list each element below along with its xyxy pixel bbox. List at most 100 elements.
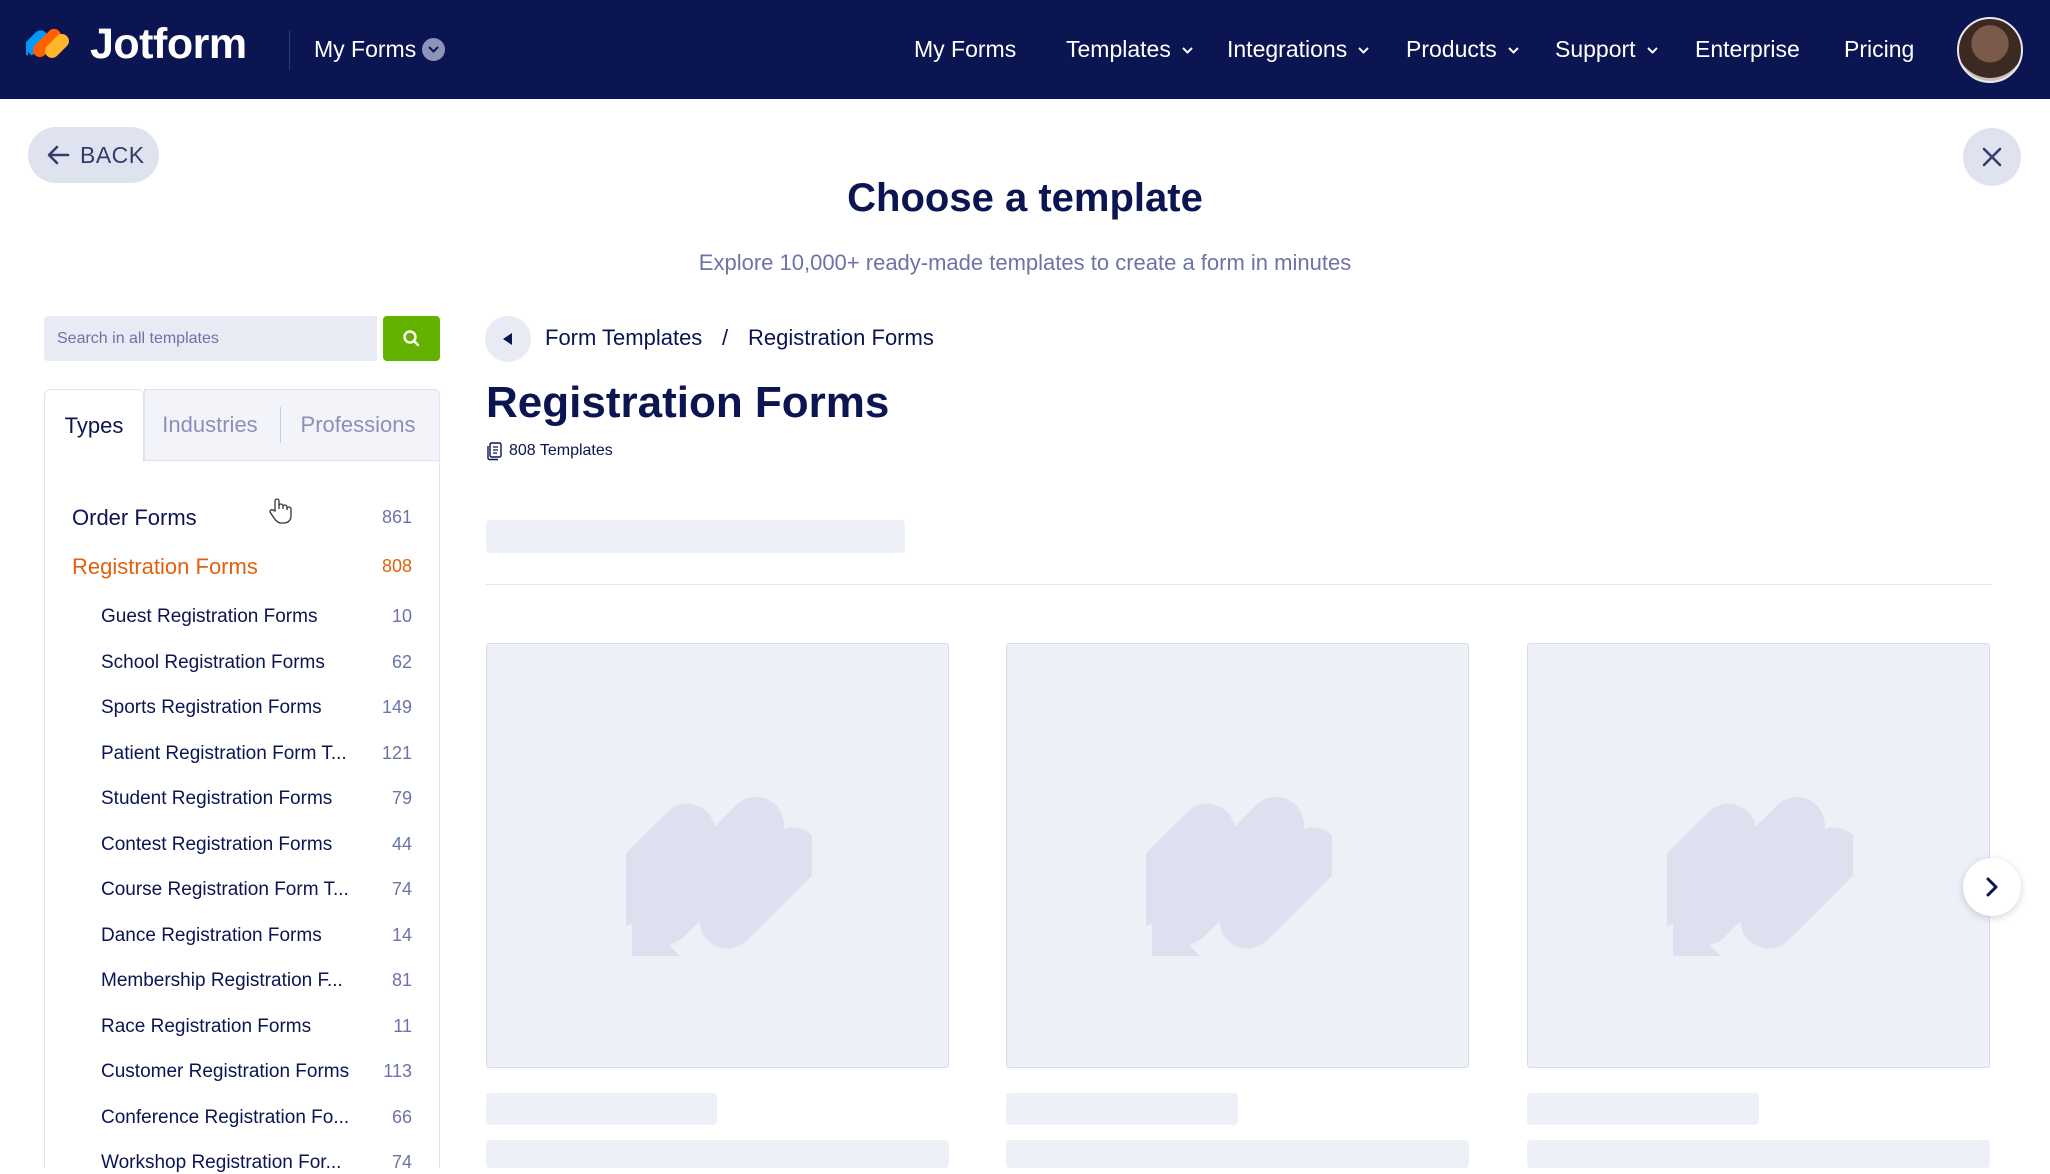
breadcrumb-back-button[interactable] [485,316,531,362]
category-label: Registration Forms [72,554,258,579]
subcategory-count: 81 [391,970,412,990]
search-input[interactable] [44,316,377,361]
breadcrumb-current: Registration Forms [748,325,934,350]
subcategory-item[interactable]: Contest Registration Forms 44 [101,834,412,856]
template-card-placeholder[interactable] [1006,643,1469,1068]
arrow-left-icon [47,145,70,165]
category-label: Order Forms [72,505,197,530]
subcategory-count: 66 [391,1107,412,1127]
tab-industries[interactable]: Industries [150,389,270,461]
tab-types[interactable]: Types [44,389,144,462]
subcategory-label: Guest Registration Forms [101,606,318,627]
nav-templates-label: Templates [1066,36,1171,62]
category-count: 808 [381,556,412,576]
category-order-forms[interactable]: Order Forms 861 [72,505,412,531]
subcategory-item[interactable]: Guest Registration Forms 10 [101,606,412,628]
nav-products[interactable]: Products [1406,36,1520,63]
subcategory-item[interactable]: Student Registration Forms 79 [101,788,412,810]
subcategory-count: 14 [391,925,412,945]
carousel-next-button[interactable] [1963,858,2021,916]
nav-enterprise-label: Enterprise [1695,36,1800,62]
subcategory-label: Conference Registration Fo... [101,1107,350,1128]
jotform-placeholder-icon [1146,797,1332,956]
nav-support[interactable]: Support [1555,36,1659,63]
documents-icon [487,442,502,461]
subcategory-count: 149 [381,697,412,717]
subcategory-item[interactable]: Course Registration Form T... 74 [101,879,412,901]
nav-pricing[interactable]: Pricing [1844,36,1914,63]
nav-divider [289,30,290,70]
breadcrumb-form-templates[interactable]: Form Templates [545,325,702,351]
template-card-placeholder[interactable] [1527,643,1990,1068]
skeleton-filter-bar [486,520,905,553]
category-count: 861 [381,507,412,527]
nav-pricing-label: Pricing [1844,36,1915,62]
nav-products-label: Products [1406,36,1497,62]
subcategory-label: School Registration Forms [101,652,325,673]
nav-enterprise[interactable]: Enterprise [1695,36,1800,63]
back-button[interactable]: BACK [28,127,159,183]
nav-integrations[interactable]: Integrations [1227,36,1370,63]
chevron-down-icon [1646,47,1658,55]
subcategory-label: Patient Registration Form T... [101,743,347,764]
category-registration-forms[interactable]: Registration Forms 808 [72,554,412,580]
chevron-down-icon[interactable] [422,38,445,61]
nav-support-label: Support [1555,36,1636,62]
my-forms-dropdown[interactable]: My Forms [314,36,416,63]
subcategory-count: 74 [391,879,412,899]
subcategory-label: Student Registration Forms [101,788,333,809]
subcategory-item[interactable]: Sports Registration Forms 149 [101,697,412,719]
subcategory-label: Customer Registration Forms [101,1061,350,1082]
subcategory-count: 113 [383,1061,412,1081]
template-count: 808 Templates [509,442,613,459]
nav-integrations-label: Integrations [1227,36,1348,62]
category-title: Registration Forms [486,378,890,427]
subcategory-item[interactable]: Race Registration Forms 11 [101,1016,412,1038]
nav-my-forms[interactable]: My Forms [914,36,1016,63]
category-tabs: Types Industries Professions [44,389,440,462]
subcategory-label: Course Registration Form T... [101,879,349,900]
subcategory-label: Sports Registration Forms [101,697,322,718]
chevron-down-icon [1182,47,1193,55]
close-icon [1982,147,2002,167]
content-divider [486,584,1992,585]
skeleton-card-button [1527,1140,1990,1168]
subcategory-item[interactable]: Conference Registration Fo... 66 [101,1107,412,1129]
subcategory-item[interactable]: Dance Registration Forms 14 [101,925,412,947]
back-label: BACK [80,142,145,168]
tab-professions[interactable]: Professions [276,389,440,461]
subcategory-item[interactable]: School Registration Forms 62 [101,652,412,674]
subcategory-count: 121 [381,743,412,763]
subcategory-item[interactable]: Patient Registration Form T... 121 [101,743,412,765]
subcategory-count: 62 [391,652,412,672]
subcategory-count: 11 [393,1016,412,1036]
subcategory-label: Dance Registration Forms [101,925,322,946]
subcategory-item[interactable]: Workshop Registration For... 74 [101,1152,412,1174]
subcategory-count: 74 [391,1152,412,1172]
subcategory-label: Race Registration Forms [101,1016,312,1037]
search-button[interactable] [383,316,440,361]
jotform-logo-icon[interactable] [26,22,72,68]
jotform-placeholder-icon [1667,797,1853,956]
jotform-placeholder-icon [626,797,812,956]
subcategory-count: 10 [391,606,412,626]
chevron-down-icon [1508,47,1519,55]
subcategory-count: 44 [391,834,412,854]
brand-name[interactable]: Jotform [90,20,247,69]
subcategory-item[interactable]: Customer Registration Forms 113 [101,1061,412,1083]
skeleton-card-title [1006,1093,1238,1125]
subcategory-label: Membership Registration F... [101,970,343,991]
skeleton-card-button [1006,1140,1469,1168]
subcategory-label: Workshop Registration For... [101,1152,342,1173]
subcategory-item[interactable]: Membership Registration F... 81 [101,970,412,992]
page-title: Choose a template [847,176,1203,220]
breadcrumb-separator: / [722,325,729,350]
avatar[interactable] [1957,17,2023,83]
nav-templates[interactable]: Templates [1066,36,1194,63]
chevron-right-icon [1986,877,1998,897]
search-icon [403,330,420,347]
subcategory-count: 79 [391,788,412,808]
skeleton-card-title [486,1093,717,1125]
skeleton-card-title [1527,1093,1759,1125]
template-card-placeholder[interactable] [486,643,949,1068]
